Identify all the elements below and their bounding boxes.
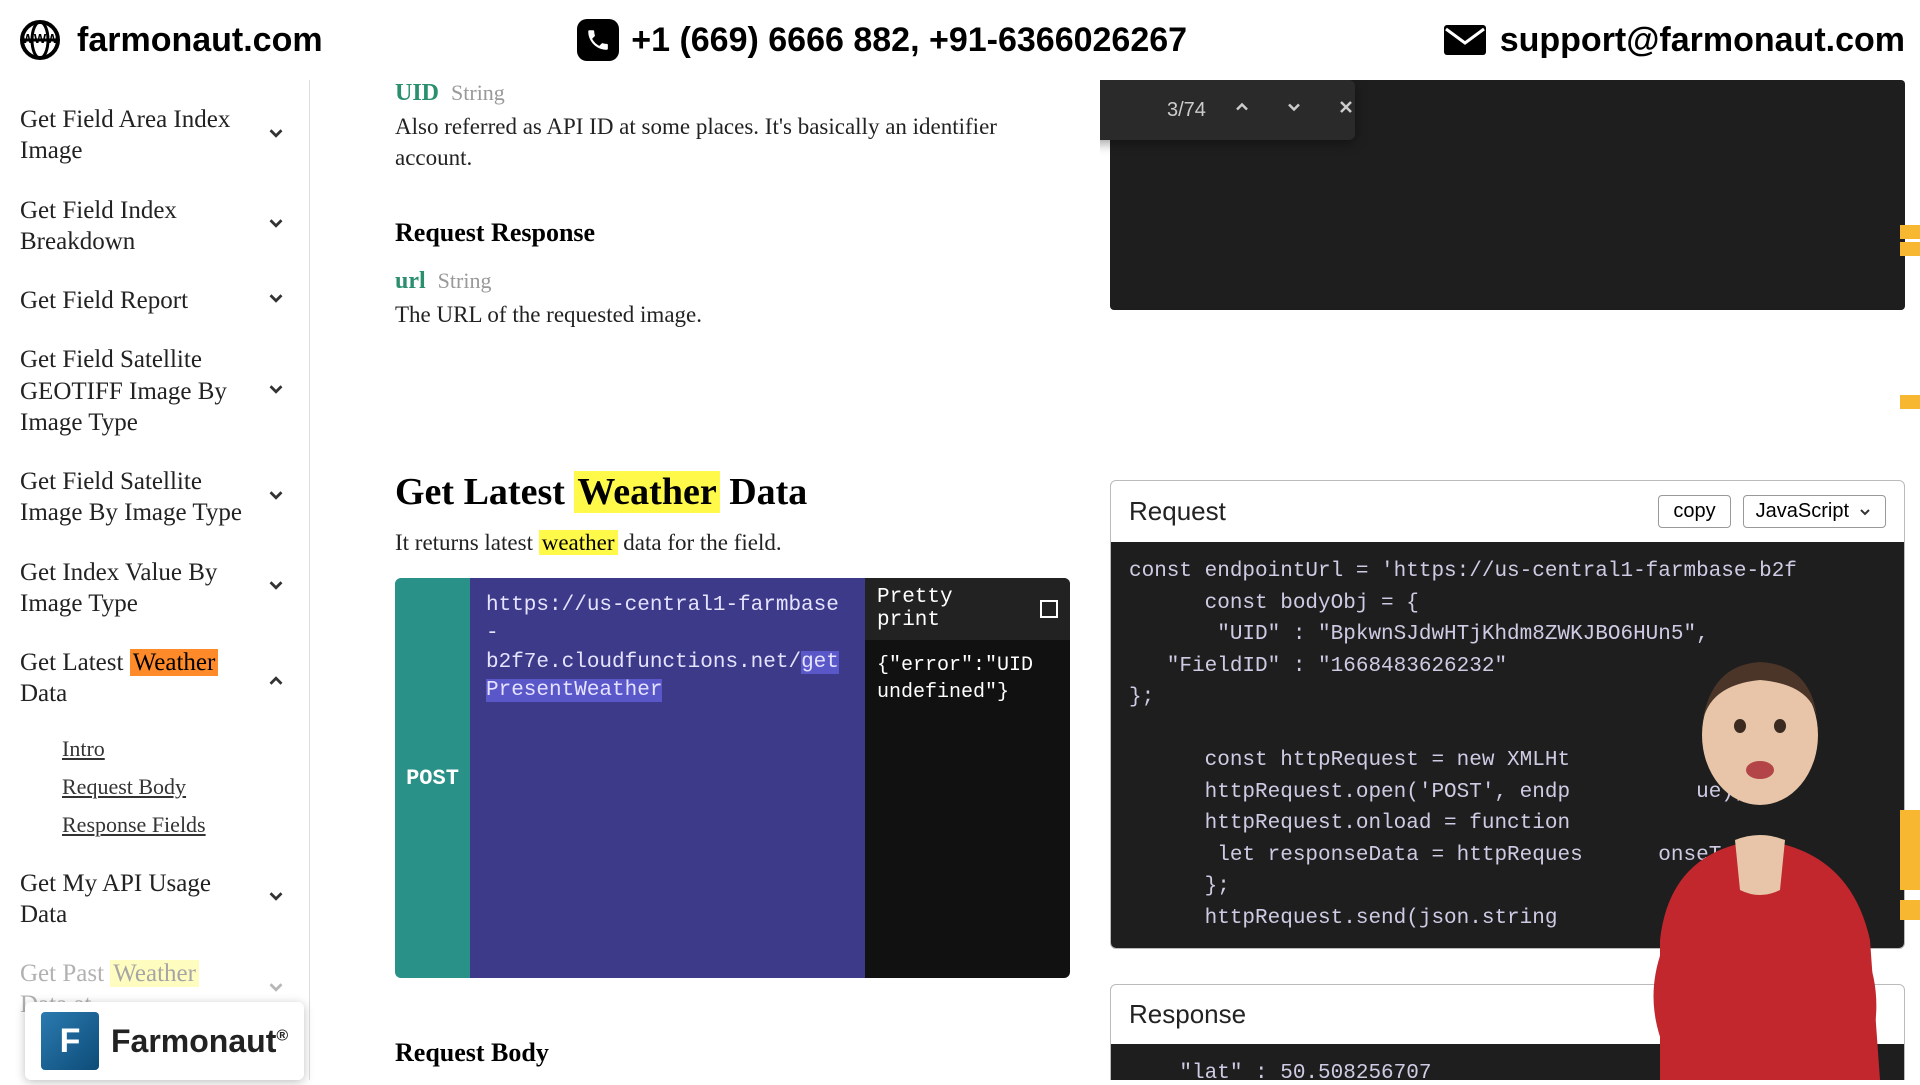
brand-logo-text: Farmonaut® [111,1023,288,1060]
response-toolbar: Pretty print [865,578,1070,640]
pretty-print-checkbox[interactable] [1040,600,1058,618]
sidebar-item-label: Get Field Report [20,285,188,316]
email-text: support@farmonaut.com [1500,21,1905,60]
sidebar-item-latest-weather[interactable]: Get Latest Weather Data [0,633,309,724]
sidebar-sub-response-fields[interactable]: Response Fields [62,806,309,844]
param-description: Also referred as API ID at some places. … [395,111,1070,173]
section-heading: Get Latest Weather Data [395,470,1070,514]
find-close-button[interactable] [1330,93,1362,127]
chevron-down-icon [265,484,287,511]
chevron-down-icon [265,212,287,239]
param-type: String [438,268,492,293]
sidebar-item-label: Get My API Usage Data [20,868,250,931]
param-url: url String The URL of the requested imag… [395,268,1070,330]
email-block: support@farmonaut.com [1442,17,1905,63]
sidebar-item-label: Get Field Area Index Image [20,104,250,167]
sidebar-item-geotiff-image[interactable]: Get Field Satellite GEOTIFF Image By Ima… [0,330,309,452]
minimap-marker [1900,242,1920,256]
param-description: The URL of the requested image. [395,299,1070,330]
param-uid: UID String Also referred as API ID at so… [395,80,1070,173]
find-next-button[interactable] [1278,93,1310,127]
pretty-print-label: Pretty print [877,586,1028,632]
minimap-marker [1900,900,1920,920]
find-count: 3/74 [1167,99,1206,122]
find-input[interactable] [1100,98,1147,122]
domain-block: WWW farmonaut.com [15,15,323,65]
sidebar-subnav: Intro Request Body Response Fields [0,724,309,854]
panel-header: Response [1111,985,1904,1044]
minimap-marker [1900,225,1920,239]
search-highlight: weather [539,530,618,555]
api-example-block: POST https://us-central1-farmbase- b2f7e… [395,578,1070,978]
request-response-heading: Request Response [395,218,1070,248]
phone-text: +1 (669) 6666 882, +91-6366026267 [631,21,1187,60]
find-bar: 3/74 [1100,80,1355,140]
endpoint-url[interactable]: https://us-central1-farmbase- b2f7e.clou… [470,578,865,978]
param-name: UID [395,80,439,106]
sidebar-item-field-area-index-image[interactable]: Get Field Area Index Image [0,90,309,181]
chevron-down-icon [265,287,287,314]
response-body: {"error":"UID undefined"} [865,640,1070,718]
chevron-down-icon [265,976,287,1003]
request-body-heading: Request Body [395,1038,1070,1068]
documentation-column: UID String Also referred as API ID at so… [310,80,1100,1080]
domain-text: farmonaut.com [77,21,323,60]
chevron-up-icon [265,665,287,692]
mail-icon [1442,17,1488,63]
chevron-down-icon [265,122,287,149]
sidebar-item-field-index-breakdown[interactable]: Get Field Index Breakdown [0,181,309,272]
code-column: 3/74 Request copy JavaScript const endpo… [1100,80,1920,1080]
search-highlight: Weather [110,960,199,987]
brand-logo-icon: F [41,1012,99,1070]
sidebar-item-label: Get Field Index Breakdown [20,195,250,258]
sidebar-item-label: Get Field Satellite GEOTIFF Image By Ima… [20,344,250,438]
code-panel-top: 3/74 [1110,80,1905,310]
chevron-down-icon [265,885,287,912]
sidebar-sub-request-body[interactable]: Request Body [62,768,309,806]
sidebar-item-label: Get Index Value By Image Type [20,557,250,620]
request-code-panel: Request copy JavaScript const endpointUr… [1110,480,1905,949]
copy-button[interactable]: copy [1658,495,1730,528]
panel-title: Response [1129,999,1886,1030]
sidebar: Get Field Area Index Image Get Field Ind… [0,80,310,1080]
search-highlight-current: Weather [130,649,219,676]
param-type: String [451,80,505,105]
phone-icon [577,19,619,61]
svg-text:WWW: WWW [22,31,60,46]
www-icon: WWW [15,15,65,65]
response-code-panel: Response "lat" : 50.508256707 }, [1110,984,1905,1080]
panel-title: Request [1129,496,1646,527]
request-code[interactable]: const endpointUrl = 'https://us-central1… [1111,542,1904,948]
find-prev-button[interactable] [1226,93,1258,127]
top-header: WWW farmonaut.com +1 (669) 6666 882, +91… [0,0,1920,80]
sidebar-item-satellite-image[interactable]: Get Field Satellite Image By Image Type [0,452,309,543]
sidebar-sub-intro[interactable]: Intro [62,730,309,768]
language-select[interactable]: JavaScript [1743,495,1886,528]
brand-logo-card: F Farmonaut® [25,1002,304,1080]
sidebar-item-label: Get Latest Weather Data [20,647,250,710]
response-preview: Pretty print {"error":"UID undefined"} [865,578,1070,978]
sidebar-item-index-value[interactable]: Get Index Value By Image Type [0,543,309,634]
chevron-down-icon [1857,504,1873,520]
minimap-marker [1900,395,1920,409]
chevron-down-icon [265,574,287,601]
response-code[interactable]: "lat" : 50.508256707 }, [1111,1044,1904,1080]
section-description: It returns latest weather data for the f… [395,530,1070,556]
search-highlight: Weather [574,471,719,513]
sidebar-item-field-report[interactable]: Get Field Report [0,271,309,330]
param-name: url [395,268,426,294]
phone-block: +1 (669) 6666 882, +91-6366026267 [323,19,1442,61]
chevron-down-icon [265,378,287,405]
http-method-badge: POST [395,578,470,978]
minimap-marker [1900,810,1920,890]
sidebar-item-api-usage[interactable]: Get My API Usage Data [0,854,309,945]
panel-header: Request copy JavaScript [1111,481,1904,542]
sidebar-item-label: Get Field Satellite Image By Image Type [20,466,250,529]
